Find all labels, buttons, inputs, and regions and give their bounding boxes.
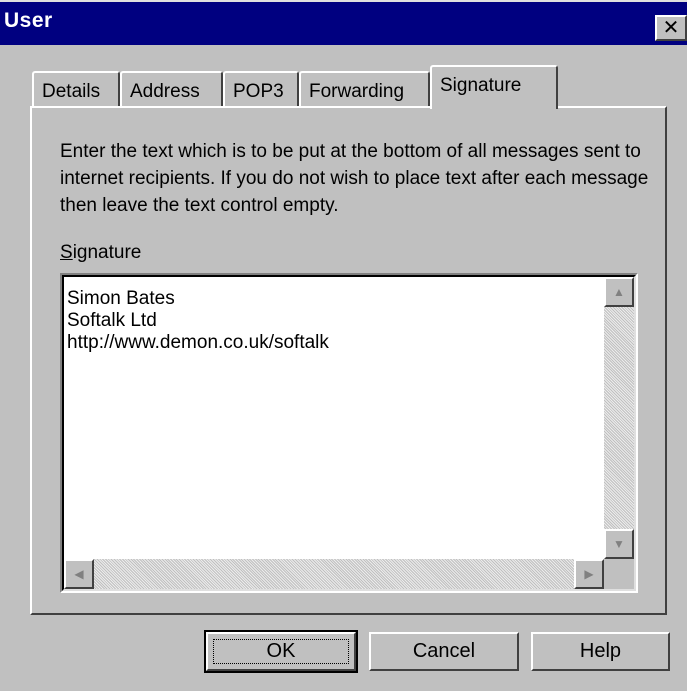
scroll-down-button[interactable]: ▼ <box>604 529 634 559</box>
tab-signature[interactable]: Signature <box>430 65 558 109</box>
signature-label-rest: ignature <box>72 242 142 263</box>
close-icon: ✕ <box>662 17 680 39</box>
user-dialog: User ✕ Details Address POP3 Forwarding S… <box>0 0 687 691</box>
scroll-left-button[interactable]: ◀ <box>64 559 94 589</box>
tab-pop3[interactable]: POP3 <box>223 71 299 109</box>
signature-description: Enter the text which is to be put at the… <box>60 141 649 216</box>
active-tab-joint <box>432 105 556 109</box>
help-button[interactable]: Help <box>531 632 670 671</box>
cancel-button-label: Cancel <box>412 640 476 662</box>
scrollbar-corner <box>604 559 634 589</box>
focus-rect <box>213 639 349 664</box>
tab-label: POP3 <box>233 81 284 102</box>
ok-button[interactable]: OK <box>204 630 358 673</box>
vertical-scrollbar[interactable]: ▲ ▼ <box>604 277 634 559</box>
arrow-down-icon: ▼ <box>613 537 625 551</box>
signature-label: Signature <box>60 242 141 264</box>
tab-forwarding[interactable]: Forwarding <box>299 71 430 109</box>
scroll-up-button[interactable]: ▲ <box>604 277 634 307</box>
tab-label: Signature <box>440 75 522 96</box>
tab-label: Forwarding <box>309 81 405 102</box>
signature-textarea[interactable]: Simon Bates Softalk Ltd http://www.demon… <box>60 273 638 593</box>
close-button[interactable]: ✕ <box>655 15 687 41</box>
help-button-label: Help <box>579 640 622 662</box>
window-title: User <box>4 9 53 32</box>
scroll-right-button[interactable]: ▶ <box>574 559 604 589</box>
arrow-left-icon: ◀ <box>74 567 84 581</box>
horizontal-scrollbar[interactable]: ◀ ▶ <box>64 559 604 589</box>
tab-address[interactable]: Address <box>120 71 223 109</box>
signature-textarea-inner: Simon Bates Softalk Ltd http://www.demon… <box>62 275 636 591</box>
tab-details[interactable]: Details <box>32 71 120 109</box>
signature-label-mnemonic: S <box>60 242 73 263</box>
arrow-up-icon: ▲ <box>613 285 625 299</box>
signature-text[interactable]: Simon Bates Softalk Ltd http://www.demon… <box>67 288 329 354</box>
cancel-button[interactable]: Cancel <box>369 632 519 671</box>
tab-label: Address <box>130 81 200 102</box>
title-bar: User ✕ <box>0 0 687 45</box>
arrow-right-icon: ▶ <box>584 567 594 581</box>
tab-label: Details <box>42 81 101 102</box>
